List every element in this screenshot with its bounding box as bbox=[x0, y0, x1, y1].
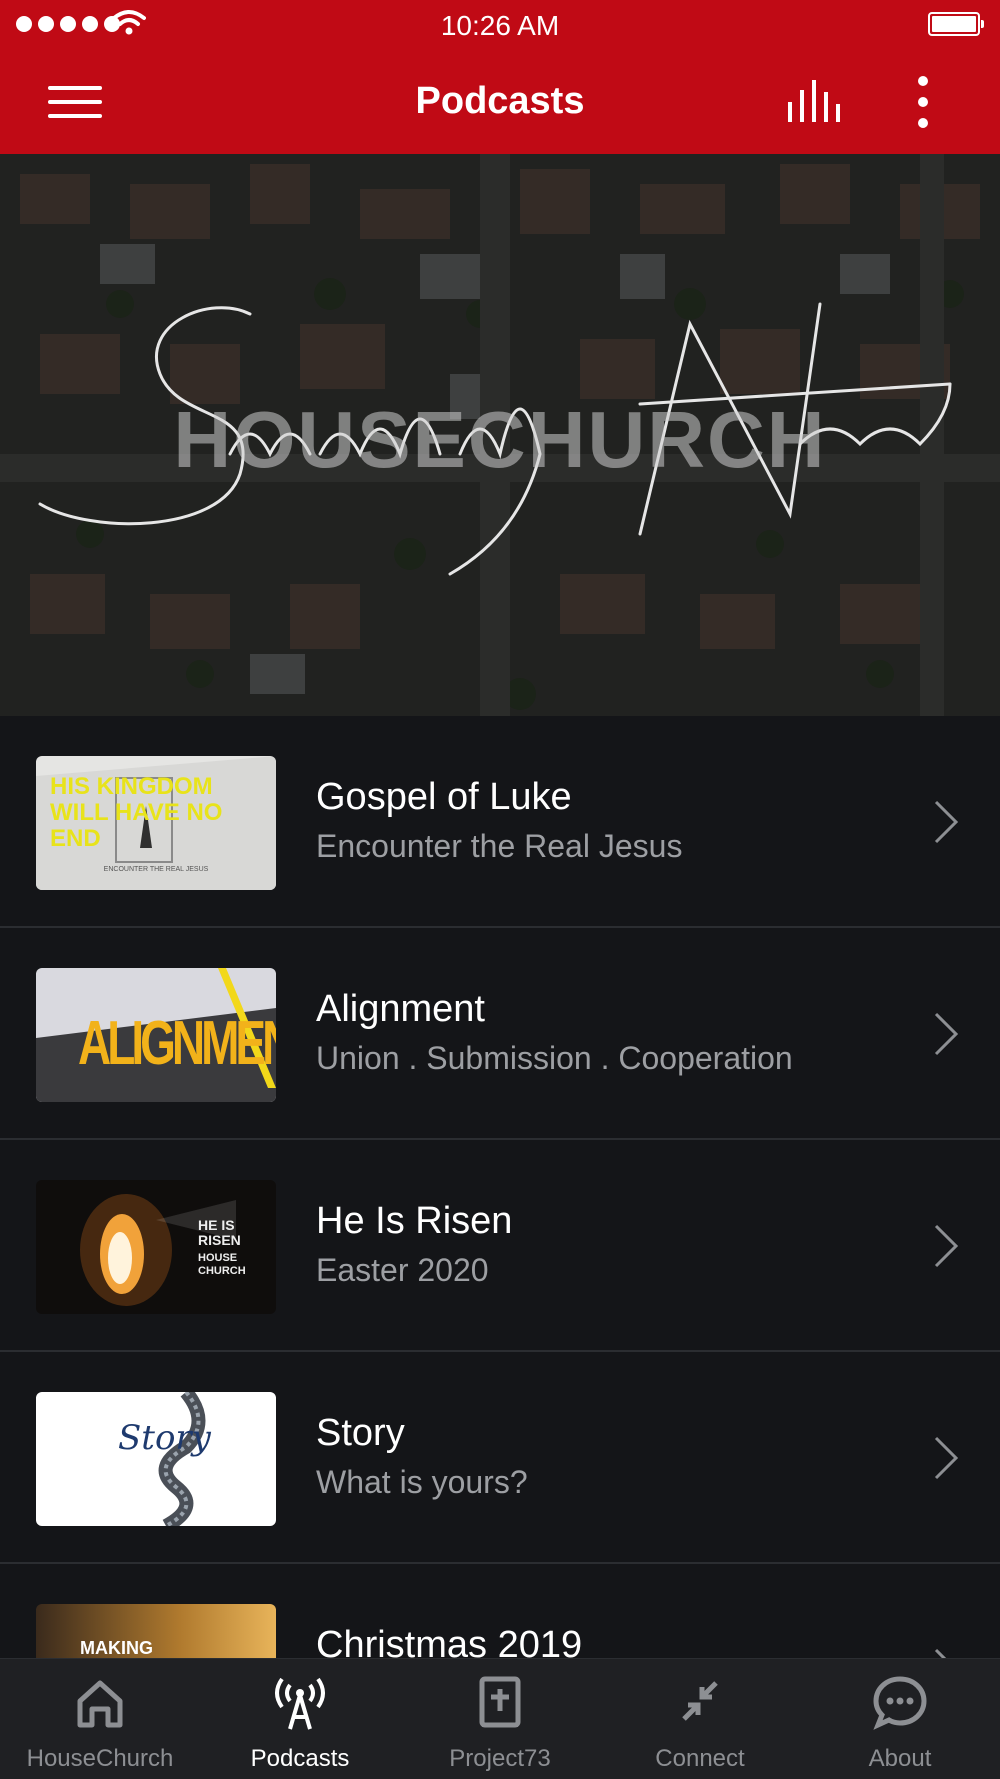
page-title: Podcasts bbox=[415, 80, 585, 122]
podcast-item[interactable]: HE IS RISEN HOUSE CHURCH He Is Risen Eas… bbox=[0, 1140, 1000, 1352]
chevron-right-icon bbox=[934, 1436, 959, 1480]
status-bar: 10:26 AM bbox=[0, 0, 1000, 50]
podcast-item[interactable]: MAKING Christmas 2019 bbox=[0, 1564, 1000, 1658]
chevron-right-icon bbox=[934, 1224, 959, 1268]
podcast-subtitle: Easter 2020 bbox=[316, 1252, 489, 1288]
tab-about[interactable]: About bbox=[800, 1659, 1000, 1779]
podcast-subtitle: What is yours? bbox=[316, 1464, 528, 1500]
podcast-item[interactable]: ALIGNMENT Alignment Union . Submission .… bbox=[0, 928, 1000, 1140]
podcast-title: He Is Risen bbox=[316, 1200, 513, 1242]
home-icon bbox=[77, 1680, 123, 1728]
tab-podcasts[interactable]: Podcasts bbox=[200, 1659, 400, 1779]
tab-housechurch[interactable]: HouseChurch bbox=[0, 1659, 200, 1779]
hero-banner: HOUSECHURCH bbox=[0, 154, 1000, 716]
battery-icon bbox=[928, 12, 984, 36]
broadcast-icon bbox=[275, 1677, 325, 1730]
app-header: Podcasts bbox=[0, 50, 1000, 154]
podcast-list: HIS KINGDOM WILL HAVE NO END ENCOUNTER T… bbox=[0, 716, 1000, 1658]
podcast-thumbnail: HIS KINGDOM WILL HAVE NO END ENCOUNTER T… bbox=[36, 756, 276, 890]
podcast-thumbnail: MAKING bbox=[36, 1604, 276, 1658]
podcast-subtitle: Union . Submission . Cooperation bbox=[316, 1040, 793, 1076]
podcast-title: Gospel of Luke bbox=[316, 776, 572, 818]
podcast-thumbnail: Story bbox=[36, 1392, 276, 1526]
chevron-right-icon bbox=[934, 1012, 959, 1056]
podcast-title: Alignment bbox=[316, 988, 485, 1030]
tab-bar: HouseChurch Podcasts Project73 Connect A… bbox=[0, 1658, 1000, 1779]
podcast-subtitle: Encounter the Real Jesus bbox=[316, 828, 683, 864]
podcast-thumbnail: ALIGNMENT bbox=[36, 968, 276, 1102]
status-time: 10:26 AM bbox=[440, 10, 560, 41]
chevron-right-icon bbox=[934, 1648, 947, 1658]
podcast-item[interactable]: Story Story What is yours? bbox=[0, 1352, 1000, 1564]
hero-title: HOUSECHURCH bbox=[173, 395, 827, 484]
chevron-right-icon bbox=[934, 800, 959, 844]
chat-bubble-icon bbox=[873, 1676, 927, 1730]
podcast-title: Story bbox=[316, 1412, 405, 1454]
more-options-icon[interactable] bbox=[912, 76, 936, 128]
bible-icon bbox=[479, 1676, 521, 1728]
podcast-thumbnail: HE IS RISEN HOUSE CHURCH bbox=[36, 1180, 276, 1314]
podcast-item[interactable]: HIS KINGDOM WILL HAVE NO END ENCOUNTER T… bbox=[0, 716, 1000, 928]
tab-connect[interactable]: Connect bbox=[600, 1659, 800, 1779]
arrows-in-icon bbox=[682, 1681, 718, 1721]
podcast-title: Christmas 2019 bbox=[316, 1624, 583, 1658]
tab-project73[interactable]: Project73 bbox=[400, 1659, 600, 1779]
equalizer-icon[interactable] bbox=[786, 80, 846, 124]
